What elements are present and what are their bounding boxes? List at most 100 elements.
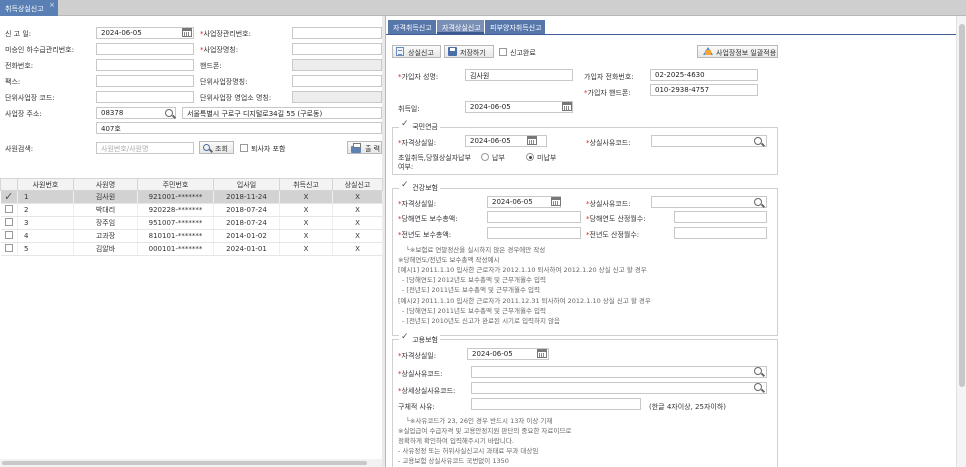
col-header-join-date[interactable]: 입사일 xyxy=(213,178,280,191)
horizontal-scrollbar[interactable] xyxy=(0,459,382,467)
include-retired-checkbox[interactable] xyxy=(240,144,248,152)
employment-note-4: - 사유정정 또는 허위사실신고시 과태료 부과 대상임 xyxy=(398,447,539,455)
table-row[interactable]: 2 박대리 920228-******* 2018-07-24 X X xyxy=(0,203,383,217)
row-checkbox[interactable] xyxy=(0,216,18,230)
col-header-loss-report[interactable]: 상실신고 xyxy=(332,178,383,191)
employee-search-input[interactable]: 사원번호/사원명 xyxy=(96,142,194,154)
row-checkbox[interactable]: ✓ xyxy=(0,190,18,204)
prev-total-field[interactable] xyxy=(487,227,581,239)
row-checkbox[interactable] xyxy=(0,229,18,243)
report-date-field[interactable]: 2024-06-05 xyxy=(96,27,194,39)
cell-emp-name: 김알바 xyxy=(73,242,138,256)
col-header-rrn[interactable]: 주민번호 xyxy=(137,178,214,191)
fax-field[interactable] xyxy=(96,75,194,87)
health-reason-field[interactable] xyxy=(651,196,767,208)
employee-search-label: 사원검색: xyxy=(5,145,34,153)
col-header-acq-report[interactable]: 취득신고 xyxy=(279,178,333,191)
cell-emp-name: 장주임 xyxy=(73,216,138,230)
loss-report-button[interactable]: 상실신고 xyxy=(392,45,441,58)
health-title: 건강보험 xyxy=(399,180,440,193)
subscriber-name-field[interactable]: 김사원 xyxy=(465,69,573,81)
health-note-3: [예시1] 2011.1.10 입사한 근로자가 2012.1.10 퇴사하여 … xyxy=(398,266,647,274)
search-icon[interactable] xyxy=(165,109,173,117)
search-icon[interactable] xyxy=(754,198,762,206)
vertical-scrollbar[interactable] xyxy=(956,16,966,467)
addr2-field[interactable]: 407호 xyxy=(96,122,382,134)
cell-join-date: 2018-07-24 xyxy=(213,203,280,217)
calendar-icon[interactable] xyxy=(182,28,192,37)
search-icon[interactable] xyxy=(754,383,762,391)
right-panel: 자격취득신고 자격상실신고 피부양자취득신고 상실신고 저장하기 신고완료 사업… xyxy=(385,16,966,467)
save-button-label: 저장하기 xyxy=(460,49,486,57)
acq-date-label: 취득일: xyxy=(398,105,420,113)
report-done-label: 신고완료 xyxy=(510,49,536,57)
apply-biz-info-button[interactable]: 사업장정보 일괄적용 xyxy=(697,45,778,58)
subscriber-mobile-label: 가입자 핸드폰: xyxy=(584,88,631,98)
save-button[interactable]: 저장하기 xyxy=(444,45,494,58)
row-checkbox[interactable] xyxy=(0,242,18,256)
col-header-check[interactable] xyxy=(0,178,18,191)
building-icon xyxy=(703,47,713,55)
calendar-icon[interactable] xyxy=(527,136,537,145)
table-row[interactable]: 4 고과장 810101-******* 2014-01-02 X X xyxy=(0,229,383,243)
acq-date-field[interactable]: 2024-06-05 xyxy=(465,101,573,113)
search-button[interactable]: 조회 xyxy=(199,141,234,154)
cell-acq-report: X xyxy=(279,216,333,230)
tab-loss-report[interactable]: 자격상실신고 xyxy=(437,20,484,34)
print-button-label: 출 력 xyxy=(365,145,381,153)
cell-join-date: 2018-07-24 xyxy=(213,216,280,230)
pension-pay-radio[interactable] xyxy=(481,153,489,161)
col-header-emp-name[interactable]: 사원명 xyxy=(73,178,138,191)
cur-months-field[interactable] xyxy=(674,211,767,223)
calendar-icon[interactable] xyxy=(551,197,561,206)
tab-acquisition-report[interactable]: 자격취득신고 xyxy=(388,20,436,34)
row-checkbox[interactable] xyxy=(0,203,18,217)
sewage-no-field[interactable] xyxy=(96,43,194,55)
print-button[interactable]: 출 력 xyxy=(347,141,382,154)
employment-checkbox[interactable] xyxy=(401,332,410,343)
health-checkbox[interactable] xyxy=(401,180,410,191)
table-row[interactable]: 3 장주임 951007-******* 2018-07-24 X X xyxy=(0,216,383,230)
tab-acquisition-loss-report[interactable]: 취득상실신고 × xyxy=(0,0,58,16)
close-icon[interactable]: × xyxy=(49,1,55,9)
subscriber-phone-field[interactable]: 02-2025-4630 xyxy=(650,69,758,81)
zip-field[interactable]: 08378 xyxy=(96,107,176,119)
search-icon[interactable] xyxy=(754,367,762,375)
unit-biz-code-label: 단위사업장 코드: xyxy=(5,94,55,102)
unit-biz-code-field[interactable] xyxy=(96,91,194,103)
calendar-icon[interactable] xyxy=(562,102,572,111)
subscriber-mobile-field[interactable]: 010-2938-4757 xyxy=(650,84,758,96)
table-row[interactable]: 5 김알바 000101-******* 2024-01-01 X X xyxy=(0,242,383,256)
calendar-icon[interactable] xyxy=(537,349,547,358)
health-title-text: 건강보험 xyxy=(412,184,438,192)
biz-mgmt-no-field[interactable] xyxy=(292,27,382,39)
unit-biz-name-field[interactable] xyxy=(292,75,382,87)
pension-nopay-radio[interactable] xyxy=(526,153,534,161)
detail-reason-field[interactable] xyxy=(471,382,767,394)
pension-checkbox[interactable] xyxy=(401,119,410,130)
addr1-field[interactable]: 서울특별시 구로구 디지털로34길 55 (구로동) xyxy=(182,107,382,119)
table-row[interactable]: ✓ 1 김사원 921001-******* 2018-11-24 X X xyxy=(0,190,383,204)
prev-months-field[interactable] xyxy=(674,227,767,239)
tab-dependent-report[interactable]: 피부양자취득신고 xyxy=(485,20,545,34)
unit-biz-office-field[interactable] xyxy=(292,91,382,103)
pension-reason-field[interactable] xyxy=(651,135,767,147)
col-header-emp-no[interactable]: 사원번호 xyxy=(17,178,74,191)
employment-reason-field[interactable] xyxy=(471,366,767,378)
scrollbar-thumb[interactable] xyxy=(959,24,965,387)
cell-emp-no: 4 xyxy=(17,229,74,243)
health-loss-date-field[interactable]: 2024-06-05 xyxy=(487,196,561,208)
scrollbar-thumb[interactable] xyxy=(2,461,367,465)
health-note-7: - [당해연도] 2011년도 보수총액 및 근무개월수 입력 xyxy=(402,307,546,315)
health-note-6: [예시2] 2011.1.10 입사한 근로자가 2011.12.31 퇴사하여… xyxy=(398,297,651,305)
cell-acq-report: X xyxy=(279,229,333,243)
mobile-field[interactable] xyxy=(292,59,382,71)
cur-total-field[interactable] xyxy=(487,211,581,223)
search-icon[interactable] xyxy=(754,137,762,145)
cell-emp-no: 5 xyxy=(17,242,74,256)
report-done-checkbox[interactable] xyxy=(499,48,507,56)
phone-field[interactable] xyxy=(96,59,194,71)
specific-reason-field[interactable] xyxy=(471,398,641,410)
loss-report-button-label: 상실신고 xyxy=(408,49,434,57)
biz-name-field[interactable] xyxy=(292,43,382,55)
